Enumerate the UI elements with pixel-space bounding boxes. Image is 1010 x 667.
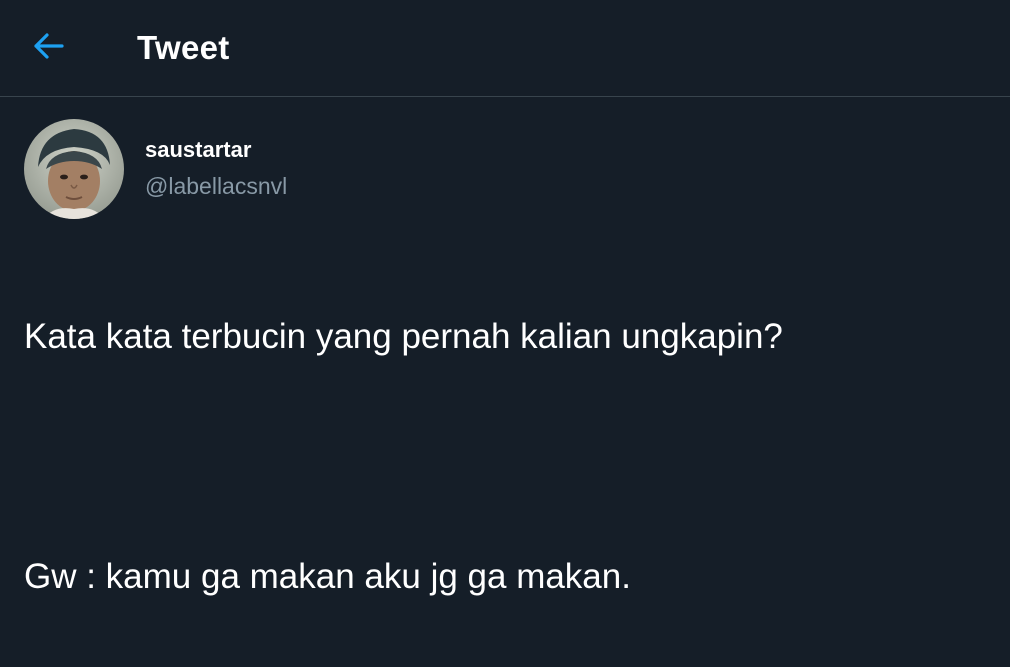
page-title: Tweet — [137, 29, 230, 66]
top-bar: Tweet — [0, 0, 1010, 97]
arrow-left-icon — [30, 28, 66, 64]
tweet-line-break — [24, 427, 1010, 487]
tweet-text-line: Gw : kamu ga makan aku jg ga makan. — [24, 557, 631, 596]
back-button[interactable] — [28, 26, 68, 66]
tweet-text-line: Kata kata terbucin yang pernah kalian un… — [24, 317, 783, 356]
author-handle[interactable]: @labellacsnvl — [145, 172, 287, 200]
avatar[interactable] — [24, 119, 124, 219]
tweet-body: Kata kata terbucin yang pernah kalian un… — [24, 247, 1010, 667]
author-display-name[interactable]: saustartar — [145, 136, 251, 164]
